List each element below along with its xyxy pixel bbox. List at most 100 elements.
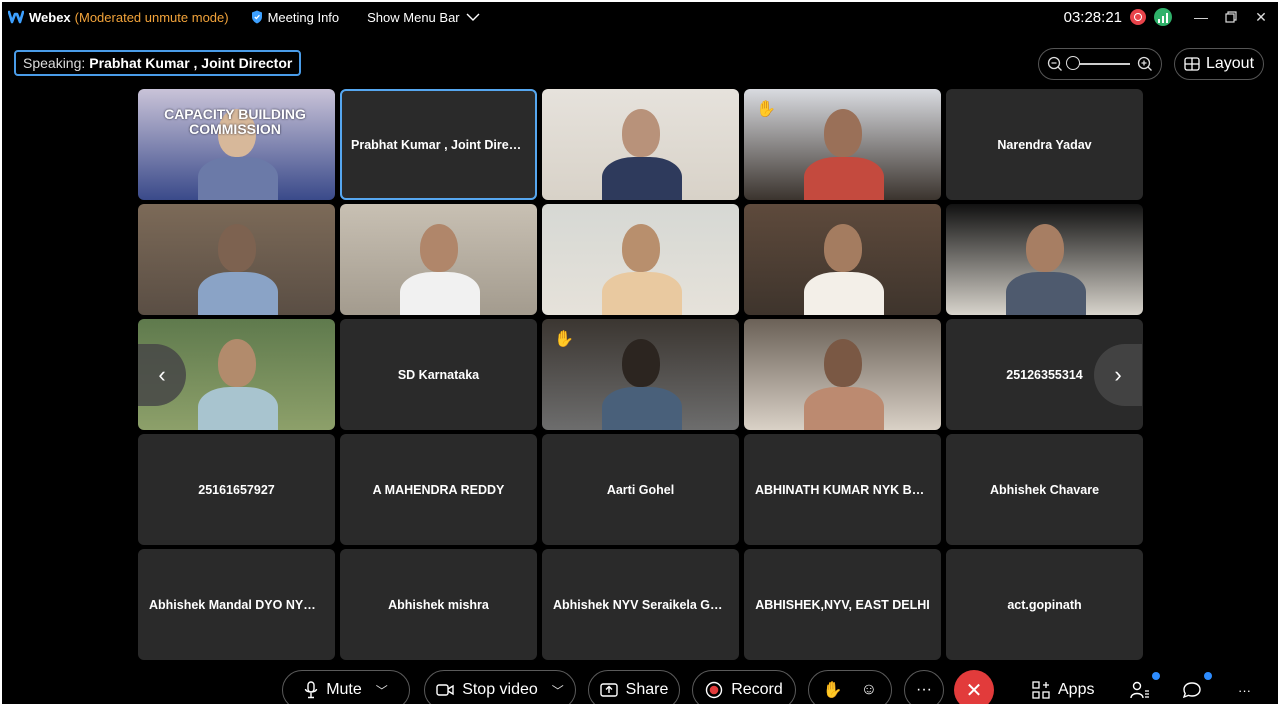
participant-name: act.gopinath (1007, 597, 1082, 612)
participant-tile[interactable]: act.gopinath (946, 549, 1143, 660)
raise-hand-icon[interactable]: ✋ (823, 680, 843, 700)
layout-button[interactable]: Layout (1174, 48, 1264, 80)
participant-tile[interactable] (744, 204, 941, 315)
participant-name: ABHINATH KUMAR NYK BH... (755, 482, 932, 497)
reactions-icon[interactable]: ☺ (861, 681, 877, 699)
participant-video-body (198, 272, 278, 315)
meeting-info-button[interactable]: Meeting Info (251, 9, 340, 25)
participants-notification-dot (1152, 672, 1160, 680)
participant-tile[interactable] (138, 204, 335, 315)
show-menu-bar-button[interactable]: Show Menu Bar (367, 10, 485, 25)
zoom-slider-thumb[interactable] (1066, 56, 1080, 70)
more-options-button[interactable]: ··· (904, 670, 944, 704)
chat-notification-dot (1204, 672, 1212, 680)
raised-hand-icon: ✋ (756, 101, 776, 118)
zoom-slider[interactable] (1066, 56, 1130, 70)
chat-button[interactable] (1182, 670, 1202, 704)
share-button[interactable]: Share (588, 670, 680, 704)
zoom-control (1038, 48, 1162, 80)
participant-video-body (602, 157, 682, 200)
apps-button[interactable]: Apps (1032, 670, 1094, 704)
participant-video-face (824, 109, 862, 157)
zoom-out-icon[interactable] (1047, 56, 1063, 72)
participant-name: Aarti Gohel (606, 482, 675, 497)
participants-button[interactable] (1130, 670, 1150, 704)
more-dots-icon: ··· (1238, 682, 1251, 698)
moderated-mode-label: (Moderated unmute mode) (74, 9, 229, 25)
participant-tile[interactable] (946, 204, 1143, 315)
stop-video-label: Stop video (462, 681, 538, 698)
participant-video-body (198, 157, 278, 200)
video-options-chevron-icon[interactable]: ﹀ (552, 682, 564, 699)
chevron-left-icon: ‹ (158, 362, 166, 387)
zoom-in-icon[interactable] (1137, 56, 1153, 72)
participant-video-body (804, 272, 884, 315)
participant-tile[interactable]: ✋ (744, 89, 941, 200)
mute-options-chevron-icon[interactable]: ﹀ (376, 682, 388, 699)
apps-icon (1032, 681, 1050, 699)
participant-tile[interactable] (340, 204, 537, 315)
webex-window: Webex (Moderated unmute mode) Meeting In… (2, 2, 1278, 704)
title-bar: Webex (Moderated unmute mode) Meeting In… (2, 2, 1278, 32)
meeting-info-label: Meeting Info (267, 9, 340, 25)
participant-video-face (1026, 224, 1064, 272)
minimize-icon[interactable]: — (1186, 2, 1216, 32)
chat-bubble-icon (1182, 682, 1201, 699)
participant-tile[interactable] (744, 319, 941, 430)
participant-video-body (198, 387, 278, 430)
banner-text: CAPACITY BUILDING COMMISSION (164, 106, 306, 137)
participant-video-body (602, 272, 682, 315)
mute-button[interactable]: Mute ﹀ (282, 670, 410, 704)
participant-video-face (824, 224, 862, 272)
participant-video-face (824, 339, 862, 387)
participant-tile[interactable]: Abhishek NYV Seraikela Gam... (542, 549, 739, 660)
stop-video-button[interactable]: Stop video ﹀ (424, 670, 576, 704)
participant-tile[interactable]: CAPACITY BUILDING COMMISSION (138, 89, 335, 200)
participant-name: Narendra Yadav (997, 137, 1092, 152)
participant-tile[interactable]: ABHINATH KUMAR NYK BH... (744, 434, 941, 545)
app-name: Webex (29, 9, 71, 25)
record-icon (706, 681, 723, 699)
chevron-right-icon: › (1114, 362, 1122, 387)
participant-tile[interactable]: Abhishek mishra (340, 549, 537, 660)
apps-label: Apps (1058, 681, 1095, 698)
recording-indicator-icon[interactable] (1130, 9, 1146, 25)
leave-meeting-button[interactable]: ✕ (954, 670, 994, 704)
participant-tile[interactable]: 25161657927 (138, 434, 335, 545)
record-button[interactable]: Record (692, 670, 796, 704)
camera-icon (436, 684, 454, 696)
participant-tile[interactable]: ✋ (542, 319, 739, 430)
overflow-menu-button[interactable]: ··· (1238, 670, 1251, 704)
participant-tile[interactable]: Abhishek Chavare (946, 434, 1143, 545)
participant-tile[interactable]: Abhishek Mandal DYO NYK ... (138, 549, 335, 660)
participant-tile[interactable]: A MAHENDRA REDDY (340, 434, 537, 545)
participant-tile[interactable]: Prabhat Kumar , Joint Director (340, 89, 537, 200)
layout-grid-icon (1184, 57, 1200, 71)
participant-tile[interactable]: Aarti Gohel (542, 434, 739, 545)
layout-label: Layout (1205, 55, 1255, 72)
chevron-down-icon (466, 13, 480, 21)
participant-name: Abhishek Chavare (989, 482, 1100, 497)
participant-name: ABHISHEK,NYV, EAST DELHI (755, 597, 930, 612)
participant-video-body (1006, 272, 1086, 315)
meeting-controls: Mute ﹀ Stop video ﹀ Share Record ✋ ☺ ··· (2, 660, 1278, 704)
speaker-name: Prabhat Kumar , Joint Director (89, 55, 293, 71)
participant-name: Abhishek Mandal DYO NYK ... (149, 597, 327, 612)
participant-tile[interactable] (542, 204, 739, 315)
title-bar-right: 03:28:21 — ✕ (1064, 2, 1278, 32)
mute-label: Mute (326, 681, 362, 698)
network-stats-icon[interactable] (1154, 8, 1172, 26)
active-speaker-label: Speaking: Prabhat Kumar , Joint Director (14, 50, 302, 76)
participant-tile[interactable]: SD Karnataka (340, 319, 537, 430)
more-icon: ··· (916, 681, 932, 698)
participant-name: Prabhat Kumar , Joint Director (351, 137, 533, 152)
close-icon[interactable]: ✕ (1246, 2, 1276, 32)
share-label: Share (625, 681, 669, 698)
participant-video-face (218, 339, 256, 387)
participant-video-body (804, 387, 884, 430)
meeting-timer: 03:28:21 (1063, 8, 1122, 26)
participant-tile[interactable]: Narendra Yadav (946, 89, 1143, 200)
participant-tile[interactable]: ABHISHEK,NYV, EAST DELHI (744, 549, 941, 660)
restore-icon[interactable] (1216, 2, 1246, 32)
participant-tile[interactable] (542, 89, 739, 200)
